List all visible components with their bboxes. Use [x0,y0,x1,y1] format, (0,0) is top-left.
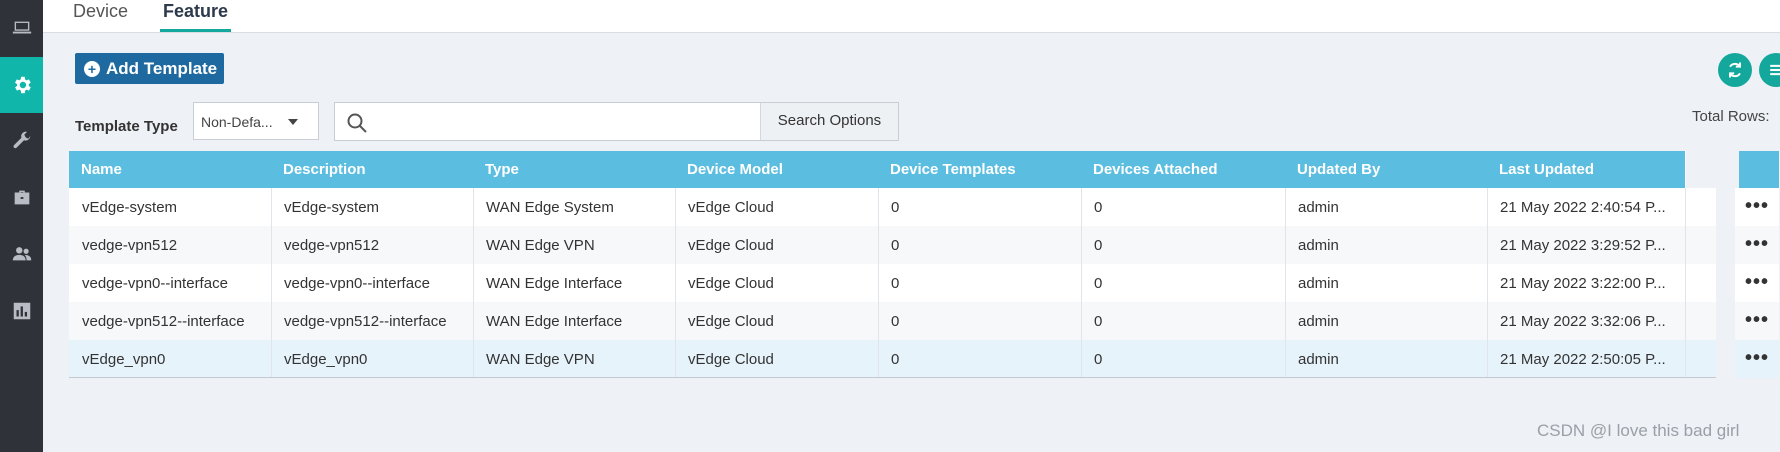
table-row[interactable]: vEdge-system vEdge-system WAN Edge Syste… [69,188,1779,226]
watermark: CSDN @I love this bad girl [1537,421,1740,440]
cell-updated-by: admin [1285,340,1488,378]
sidebar-item-tools[interactable] [0,113,43,169]
column-header-devices-attached[interactable]: Devices Attached [1081,151,1286,188]
refresh-icon [1729,62,1741,78]
cell-device-templates: 0 [878,264,1082,302]
sidebar-item-devices[interactable] [0,0,43,56]
cell-type: WAN Edge VPN [473,226,676,264]
template-type-select[interactable]: Non-Defa... [193,102,319,140]
cell-type: WAN Edge VPN [473,340,676,378]
cell-name: vedge-vpn512--interface [69,302,272,340]
search-options-button[interactable]: Search Options [760,103,898,140]
wrench-icon [13,131,30,149]
cell-updated-by: admin [1285,226,1488,264]
column-header-type[interactable]: Type [473,151,676,188]
column-header-last-updated[interactable]: Last Updated [1487,151,1686,188]
add-template-button[interactable]: + Add Template [75,53,224,84]
cell-device-templates: 0 [878,340,1082,378]
tab-feature[interactable]: Feature [160,0,232,32]
row-actions-icon[interactable]: ••• [1735,264,1779,302]
cell-last-updated: 21 May 2022 3:32:06 P... [1487,302,1686,340]
cell-type: WAN Edge Interface [473,264,676,302]
briefcase-icon [14,190,29,205]
sidebar [0,0,43,452]
cell-type: WAN Edge Interface [473,302,676,340]
sidebar-item-administration[interactable] [0,226,43,282]
cell-updated-by: admin [1285,302,1488,340]
menu-icon [1770,64,1780,76]
gear-icon [14,76,31,94]
bar-chart-icon [13,302,30,320]
sidebar-item-monitor[interactable] [0,283,43,339]
sidebar-item-maintenance[interactable] [0,170,43,226]
column-header-device-model[interactable]: Device Model [675,151,879,188]
cell-description: vedge-vpn512 [271,226,474,264]
row-actions-icon[interactable]: ••• [1735,226,1779,264]
users-icon [12,247,31,261]
add-template-label: Add Template [106,58,218,78]
column-header-name[interactable]: Name [69,151,272,188]
search-box: Search Options [334,102,899,141]
cell-last-updated: 21 May 2022 2:40:54 P... [1487,188,1686,226]
cell-last-updated: 21 May 2022 3:29:52 P... [1487,226,1686,264]
cell-type: WAN Edge System [473,188,676,226]
table-row[interactable]: vedge-vpn512 vedge-vpn512 WAN Edge VPN v… [69,226,1779,264]
cell-name: vEdge-system [69,188,272,226]
cell-device-model: vEdge Cloud [675,302,879,340]
column-header-device-templates[interactable]: Device Templates [878,151,1082,188]
cell-device-model: vEdge Cloud [675,264,879,302]
table-bottom-border [69,377,1716,378]
column-header-description[interactable]: Description [271,151,474,188]
table-row[interactable]: vedge-vpn512--interface vedge-vpn512--in… [69,302,1779,340]
cell-description: vEdge-system [271,188,474,226]
tab-device[interactable]: Device [73,0,128,32]
plus-circle-icon: + [84,60,100,77]
cell-description: vedge-vpn512--interface [271,302,474,340]
cell-name: vEdge_vpn0 [69,340,272,378]
cell-devices-attached: 0 [1081,264,1286,302]
caret-down-icon [288,119,298,125]
cell-devices-attached: 0 [1081,302,1286,340]
row-actions-icon[interactable]: ••• [1735,302,1779,340]
search-icon [347,113,367,133]
laptop-icon [12,21,31,34]
sidebar-item-configuration[interactable] [0,57,43,113]
tab-bar: Device Feature [43,0,1780,33]
template-type-value: Non-Defa... [201,114,273,130]
row-actions-icon[interactable]: ••• [1735,340,1779,378]
menu-button[interactable] [1759,53,1780,87]
column-header-updated-by[interactable]: Updated By [1285,151,1488,188]
template-type-label: Template Type [75,118,178,135]
table-row[interactable]: vEdge_vpn0 vEdge_vpn0 WAN Edge VPN vEdge… [69,340,1779,378]
cell-name: vedge-vpn0--interface [69,264,272,302]
total-rows-label: Total Rows: [1692,108,1770,125]
cell-devices-attached: 0 [1081,188,1286,226]
cell-devices-attached: 0 [1081,226,1286,264]
table-row[interactable]: vedge-vpn0--interface vedge-vpn0--interf… [69,264,1779,302]
cell-description: vedge-vpn0--interface [271,264,474,302]
column-header-actions [1739,151,1779,188]
table-header: Name Description Type Device Model Devic… [69,151,1779,188]
cell-device-templates: 0 [878,188,1082,226]
search-input[interactable] [379,109,689,135]
cell-updated-by: admin [1285,264,1488,302]
cell-description: vEdge_vpn0 [271,340,474,378]
cell-device-model: vEdge Cloud [675,188,879,226]
cell-device-model: vEdge Cloud [675,340,879,378]
cell-updated-by: admin [1285,188,1488,226]
cell-devices-attached: 0 [1081,340,1286,378]
cell-device-templates: 0 [878,226,1082,264]
refresh-button[interactable] [1718,53,1752,87]
row-actions-icon[interactable]: ••• [1735,188,1779,226]
cell-last-updated: 21 May 2022 2:50:05 P... [1487,340,1686,378]
cell-last-updated: 21 May 2022 3:22:00 P... [1487,264,1686,302]
cell-device-model: vEdge Cloud [675,226,879,264]
cell-device-templates: 0 [878,302,1082,340]
cell-name: vedge-vpn512 [69,226,272,264]
